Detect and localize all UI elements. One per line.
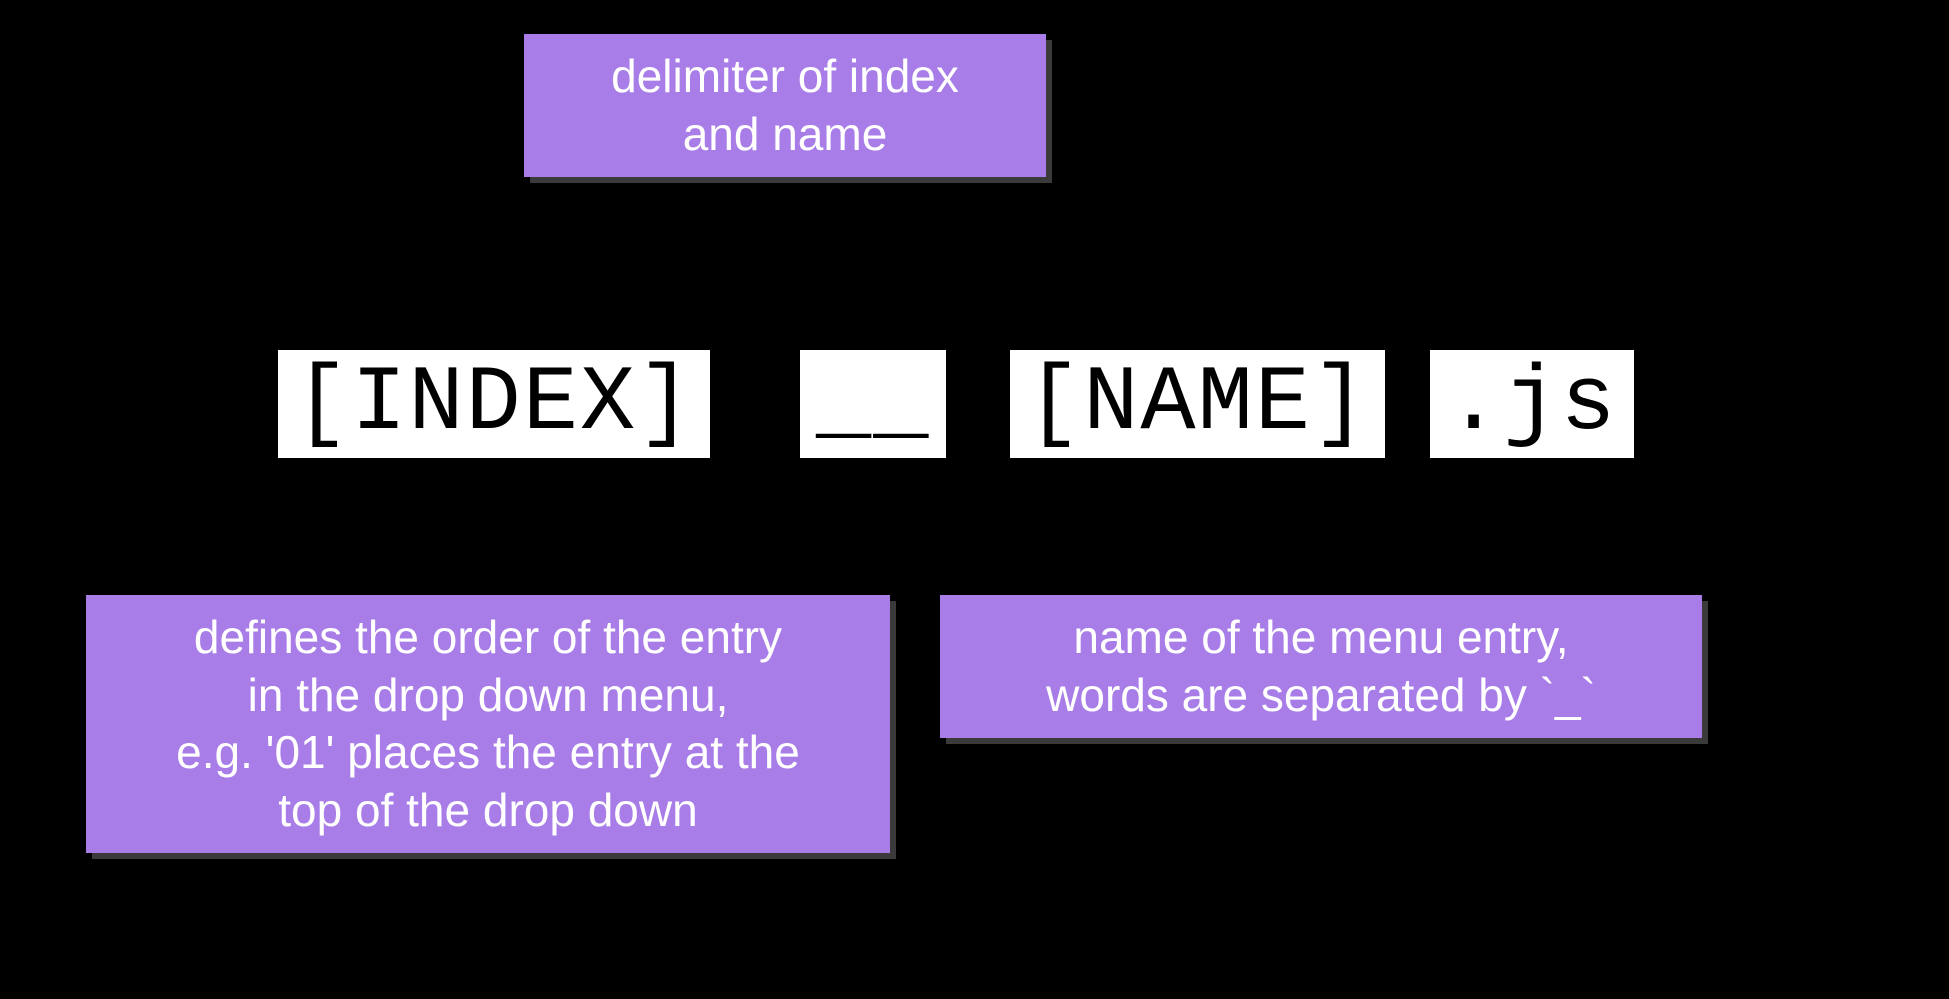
callout-name-line2: words are separated by `_` (966, 667, 1676, 725)
callout-index-line3: e.g. '01' places the entry at the (112, 724, 864, 782)
diagram-stage: delimiter of index and name [INDEX] __ [… (0, 0, 1949, 999)
callout-name: name of the menu entry, words are separa… (940, 595, 1702, 738)
callout-index-line2: in the drop down menu, (112, 667, 864, 725)
callout-delimiter-line1: delimiter of index (550, 48, 1020, 106)
token-delimiter: __ (800, 350, 946, 458)
callout-name-line1: name of the menu entry, (966, 609, 1676, 667)
token-extension: .js (1430, 350, 1634, 458)
callout-delimiter-line2: and name (550, 106, 1020, 164)
token-index: [INDEX] (278, 350, 710, 458)
callout-index-line1: defines the order of the entry (112, 609, 864, 667)
callout-delimiter: delimiter of index and name (524, 34, 1046, 177)
token-name: [NAME] (1010, 350, 1385, 458)
callout-index: defines the order of the entry in the dr… (86, 595, 890, 853)
callout-index-line4: top of the drop down (112, 782, 864, 840)
